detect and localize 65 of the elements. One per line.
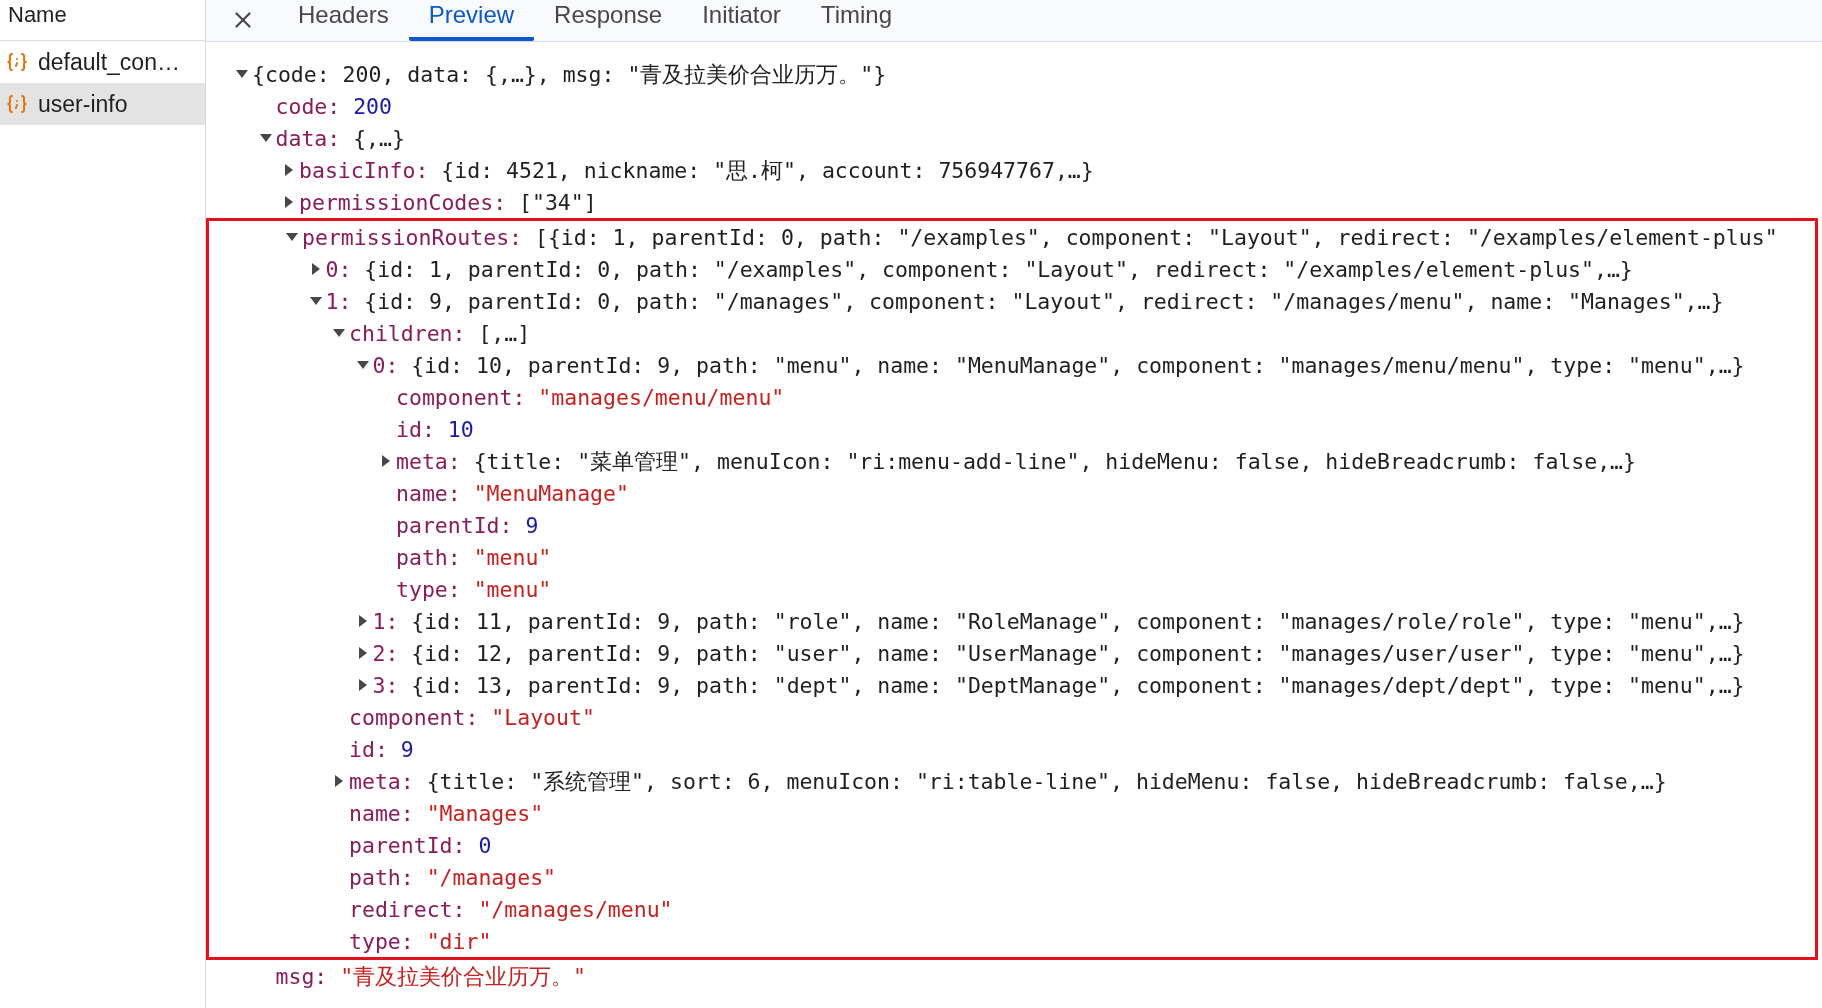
request-item[interactable]: user-info xyxy=(0,83,205,125)
property-value: 200 xyxy=(353,93,392,119)
property-key: msg: xyxy=(275,963,328,989)
property-value: "Layout" xyxy=(491,704,595,730)
property-key: parentId: xyxy=(396,512,513,538)
property-key: 1: xyxy=(325,288,352,314)
property-key: type: xyxy=(349,928,414,954)
property-key: meta: xyxy=(349,768,414,794)
json-file-icon xyxy=(6,94,28,114)
property-key: 2: xyxy=(372,640,399,666)
property-value: "Manages" xyxy=(426,800,544,826)
property-value: 9 xyxy=(525,512,539,538)
property-value: {id: 1, parentId: 0, path: "/examples", component: "Layout", redirect: "/examples/element-plus",…} xyxy=(364,256,1633,282)
property-key: id: xyxy=(396,416,435,442)
tab[interactable]: Response xyxy=(534,0,683,41)
property-key: parentId: xyxy=(349,832,466,858)
property-value: {title: "菜单管理", menuIcon: "ri:menu-add-line", hideMenu: false, hideBreadcrumb: false,…} xyxy=(473,447,1636,476)
property-key: component: xyxy=(349,704,479,730)
property-key: type: xyxy=(396,576,461,602)
property-value: [{id: 1, parentId: 0, path: "/examples", component: "Layout", redirect: "/examples/element-plus" xyxy=(534,224,1778,250)
tab[interactable]: Preview xyxy=(408,0,535,41)
property-value: "dir" xyxy=(426,928,492,954)
property-key: component: xyxy=(396,384,526,410)
tab[interactable]: Headers xyxy=(278,0,409,41)
property-value: {id: 13, parentId: 9, path: "dept", name: "DeptManage", component: "manages/dept/dept", type: "menu",…} xyxy=(411,672,1745,698)
property-key: data: xyxy=(275,125,341,151)
property-value: 9 xyxy=(400,736,414,762)
property-value: ["34"] xyxy=(519,189,597,215)
property-value: "menu" xyxy=(473,576,552,602)
property-key: 0: xyxy=(325,256,352,282)
property-value: "青及拉美价合业历万。" xyxy=(340,962,587,991)
property-key: code: xyxy=(275,93,341,119)
property-value: "manages/menu/menu" xyxy=(538,384,785,410)
property-value: "/manages/menu" xyxy=(478,896,673,922)
property-key: name: xyxy=(396,480,461,506)
property-key: 0: xyxy=(372,352,399,378)
property-value: "/manages" xyxy=(426,864,557,890)
property-value: {title: "系统管理", sort: 6, menuIcon: "ri:table-line", hideMenu: false, hideBreadcrumb: false,…} xyxy=(426,767,1667,796)
property-value: 10 xyxy=(447,416,474,442)
property-key: meta: xyxy=(396,448,461,474)
tab[interactable]: Timing xyxy=(800,0,912,41)
property-value: {id: 11, parentId: 9, path: "role", name: "RoleManage", component: "manages/role/role", type: "menu",…} xyxy=(411,608,1745,634)
property-key: redirect: xyxy=(349,896,466,922)
property-value: {id: 4521, nickname: "思.柯", account: 756947767,…} xyxy=(441,156,1094,185)
property-value: {id: 12, parentId: 9, path: "user", name: "UserManage", component: "manages/user/user", type: "menu",…} xyxy=(411,640,1745,666)
object-preview: {code: 200, data: {,…}, msg: "青及拉美价合业历万。"} xyxy=(252,60,887,89)
property-key: permissionRoutes: xyxy=(302,224,523,250)
property-key: path: xyxy=(396,544,461,570)
property-key: name: xyxy=(349,800,414,826)
property-value: {id: 9, parentId: 0, path: "/manages", component: "Layout", redirect: "/manages/menu", name: "Manages",…} xyxy=(364,288,1724,314)
json-file-icon xyxy=(6,52,28,72)
property-key: children: xyxy=(349,320,466,346)
property-value: 0 xyxy=(478,832,492,858)
property-value: {id: 10, parentId: 9, path: "menu", name: "MenuManage", component: "manages/menu/menu", type: "menu",…} xyxy=(411,352,1745,378)
property-value: {,…} xyxy=(353,125,405,151)
property-value: "menu" xyxy=(473,544,552,570)
property-value: [,…] xyxy=(478,320,531,346)
property-key: id: xyxy=(349,736,388,762)
property-key: 1: xyxy=(372,608,399,634)
property-value: "MenuManage" xyxy=(473,480,629,506)
property-key: permissionCodes: xyxy=(299,189,507,215)
property-key: path: xyxy=(349,864,414,890)
property-key: 3: xyxy=(372,672,399,698)
property-key: basicInfo: xyxy=(299,157,429,183)
tab[interactable]: Initiator xyxy=(682,0,801,41)
